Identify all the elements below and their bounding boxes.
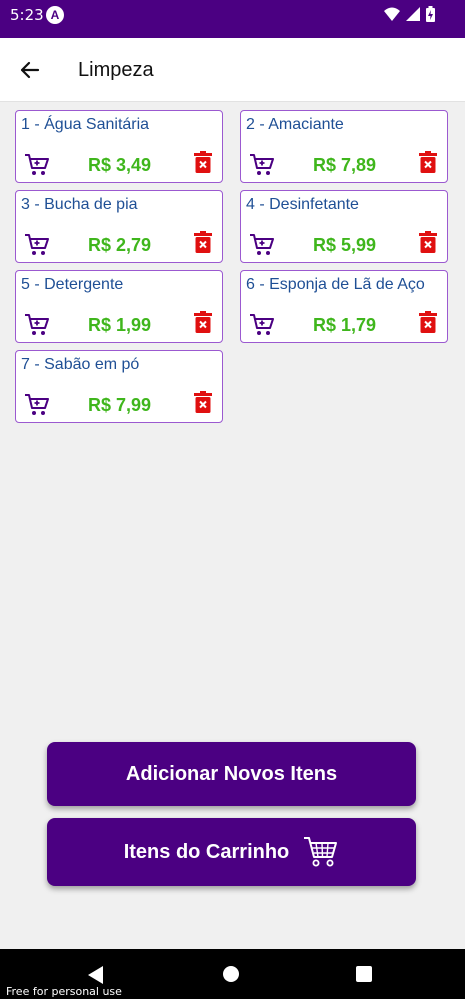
delete-button[interactable]: [419, 311, 437, 333]
delete-button[interactable]: [419, 151, 437, 173]
add-to-cart-button[interactable]: [24, 393, 50, 417]
delete-button[interactable]: [194, 231, 212, 253]
delete-button[interactable]: [194, 311, 212, 333]
wifi-icon: [384, 7, 400, 21]
page-title: Limpeza: [78, 59, 154, 81]
status-indicators: [384, 6, 435, 22]
shopping-cart-icon: [25, 314, 49, 335]
arrow-left-icon: [20, 61, 40, 79]
product-name: 3 - Bucha de pia: [21, 196, 138, 213]
product-price: R$ 1,99: [88, 315, 152, 335]
product-name: 7 - Sabão em pó: [21, 356, 140, 373]
add-new-items-button[interactable]: Adicionar Novos Itens: [47, 742, 416, 806]
nav-back-icon[interactable]: [88, 966, 104, 984]
shopping-cart-icon: [250, 154, 274, 175]
shopping-cart-icon: [250, 314, 274, 335]
add-to-cart-button[interactable]: [24, 233, 50, 257]
add-to-cart-button[interactable]: [249, 233, 275, 257]
status-bar: 5:23 A: [0, 0, 465, 38]
product-price: R$ 7,89: [313, 155, 377, 175]
product-card: 3 - Bucha de pia R$ 2,79: [15, 190, 223, 263]
product-card: 5 - Detergente R$ 1,99: [15, 270, 223, 343]
add-to-cart-button[interactable]: [24, 153, 50, 177]
trash-icon: [419, 231, 437, 253]
shopping-cart-icon: [304, 837, 338, 867]
trash-icon: [194, 231, 212, 253]
product-price: R$ 1,79: [313, 315, 377, 335]
trash-icon: [194, 311, 212, 333]
delete-button[interactable]: [194, 151, 212, 173]
product-card: 1 - Água Sanitária R$ 3,49: [15, 110, 223, 183]
delete-button[interactable]: [194, 391, 212, 413]
product-card: 4 - Desinfetante R$ 5,99: [240, 190, 448, 263]
product-name: 4 - Desinfetante: [246, 196, 359, 213]
app-notification-icon: A: [46, 6, 64, 24]
battery-icon: [426, 6, 435, 22]
product-price: R$ 3,49: [88, 155, 152, 175]
delete-button[interactable]: [419, 231, 437, 253]
product-price: R$ 5,99: [313, 235, 377, 255]
shopping-cart-icon: [25, 394, 49, 415]
add-to-cart-button[interactable]: [249, 313, 275, 337]
trash-icon: [419, 151, 437, 173]
product-name: 1 - Água Sanitária: [21, 116, 150, 133]
add-new-items-label: Adicionar Novos Itens: [125, 762, 338, 785]
product-name: 2 - Amaciante: [246, 116, 344, 133]
product-name: 6 - Esponja de Lã de Aço: [246, 276, 425, 293]
trash-icon: [194, 391, 212, 413]
trash-icon: [194, 151, 212, 173]
product-name: 5 - Detergente: [21, 276, 124, 293]
add-to-cart-button[interactable]: [249, 153, 275, 177]
signal-icon: [406, 7, 420, 21]
nav-home-icon[interactable]: [223, 966, 239, 982]
product-card: 2 - Amaciante R$ 7,89: [240, 110, 448, 183]
shopping-cart-icon: [25, 154, 49, 175]
status-time: 5:23: [10, 6, 44, 24]
shopping-cart-icon: [250, 234, 274, 255]
shopping-cart-icon: [25, 234, 49, 255]
cart-items-button[interactable]: Itens do Carrinho: [47, 818, 416, 886]
back-button[interactable]: [16, 56, 44, 84]
cart-items-label: Itens do Carrinho: [123, 840, 290, 863]
watermark-text: Free for personal use: [6, 985, 122, 998]
trash-icon: [419, 311, 437, 333]
nav-recents-icon[interactable]: [356, 966, 372, 982]
product-price: R$ 2,79: [88, 235, 152, 255]
product-card: 7 - Sabão em pó R$ 7,99: [15, 350, 223, 423]
app-bar: Limpeza: [0, 38, 465, 102]
product-card: 6 - Esponja de Lã de Aço R$ 1,79: [240, 270, 448, 343]
add-to-cart-button[interactable]: [24, 313, 50, 337]
product-price: R$ 7,99: [88, 395, 152, 415]
